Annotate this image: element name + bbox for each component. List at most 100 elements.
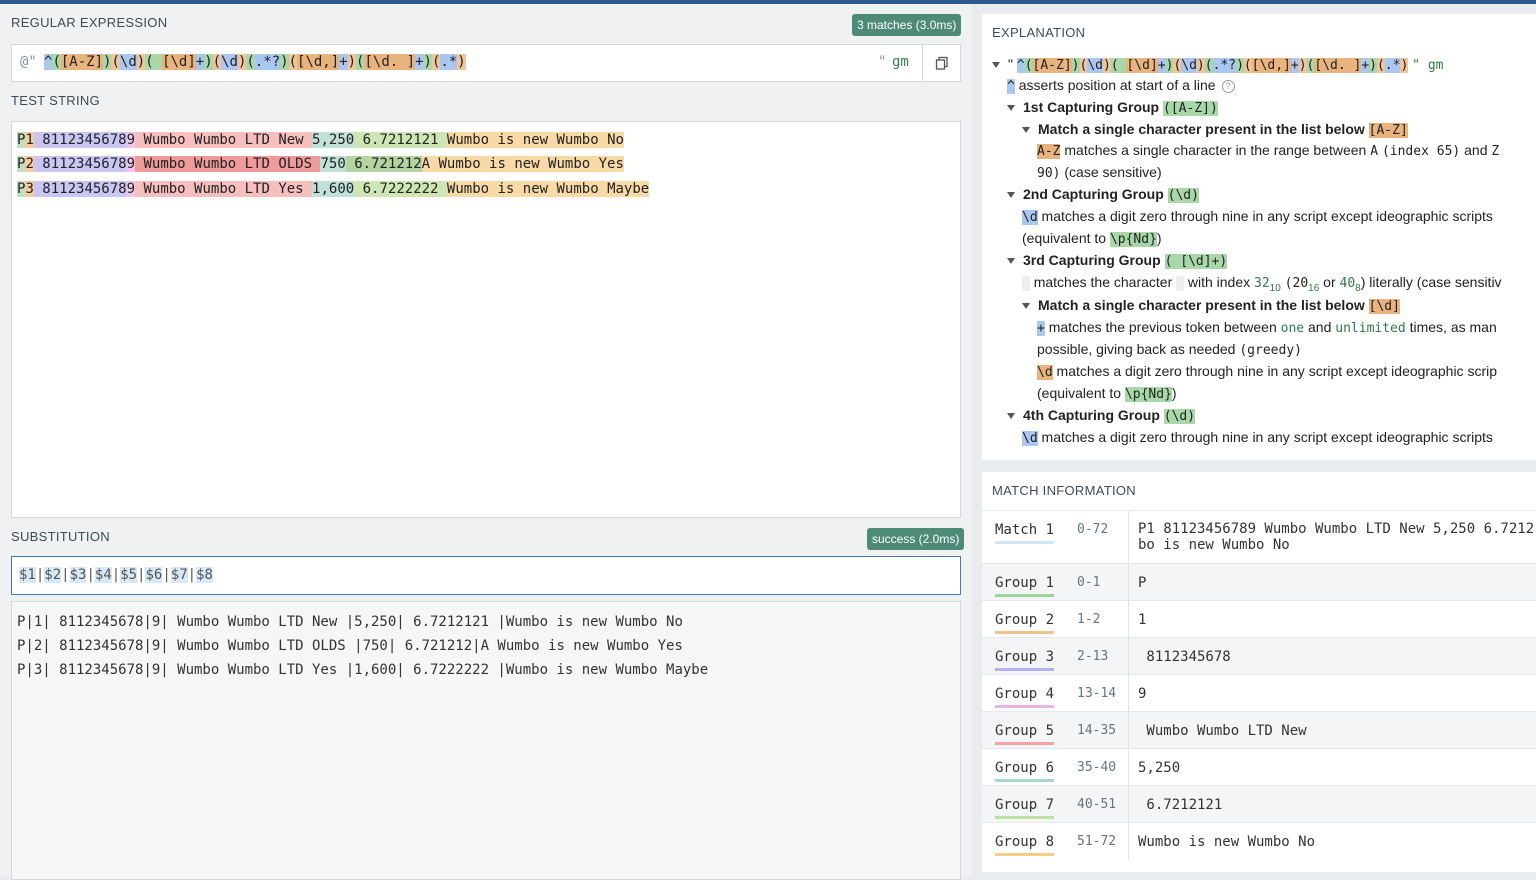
group-name: Group 1 <box>995 575 1055 597</box>
match-range: 0-72 <box>1077 522 1109 537</box>
substitution-result: P|1| 8112345678|9| Wumbo Wumbo LTD New |… <box>11 601 961 880</box>
explanation-title: EXPLANATION <box>992 25 1086 40</box>
group-1-class-explanation[interactable]: Match a single character present in the … <box>1022 121 1408 138</box>
explanation-panel: EXPLANATION " ^([A-Z])(\d)( [\d]+)(\d)(.… <box>982 14 1536 460</box>
group-range: 35-40 <box>1077 760 1117 775</box>
copy-button[interactable] <box>922 45 961 81</box>
caret-down-icon[interactable] <box>1007 105 1015 112</box>
caret-down-icon[interactable] <box>1022 303 1030 310</box>
group-range: 13-14 <box>1077 686 1117 701</box>
match-value-cont: bo is new Wumbo No <box>1138 537 1290 553</box>
group-row[interactable]: Group 6 35-40 5,250 <box>982 748 1536 786</box>
match-information-title: MATCH INFORMATION <box>992 483 1136 498</box>
test-string-section-label: TEST STRING <box>11 93 101 108</box>
regex-suffix: " <box>878 54 887 70</box>
group-range: 0-1 <box>1077 575 1101 590</box>
match-name: Match 1 <box>995 522 1055 544</box>
substitution-section-label: SUBSTITUTION <box>11 529 110 544</box>
group-2-explanation[interactable]: 2nd Capturing Group (\d) <box>1007 186 1199 203</box>
column-divider <box>1128 786 1129 823</box>
caret-down-icon[interactable] <box>992 62 1000 69</box>
group-row[interactable]: Group 8 51-72 Wumbo is new Wumbo No <box>982 822 1536 860</box>
column-divider <box>1128 823 1129 860</box>
group-1-explanation[interactable]: 1st Capturing Group ([A-Z]) <box>1007 99 1218 116</box>
group-name: Group 7 <box>995 797 1055 819</box>
match-information-panel: MATCH INFORMATION Match 1 0-72 P1 811234… <box>982 472 1536 872</box>
group-value: Wumbo is new Wumbo No <box>1138 834 1316 850</box>
range-explanation-cont: 90) (case sensitive) <box>1037 164 1162 181</box>
group-range: 40-51 <box>1077 797 1117 812</box>
column-divider <box>1128 601 1129 638</box>
match-row[interactable]: Match 1 0-72 P1 81123456789 Wumbo Wumbo … <box>982 510 1536 563</box>
result-line: P|2| 8112345678|9| Wumbo Wumbo LTD OLDS … <box>17 638 683 654</box>
regex-input[interactable]: @" ^([A-Z])(\d)( [\d]+)(\d)(.*?)([\d,]+)… <box>11 44 961 82</box>
group-row[interactable]: Group 3 2-13 8112345678 <box>982 637 1536 675</box>
group-4-explanation[interactable]: 4th Capturing Group (\d) <box>1007 407 1196 424</box>
test-line: P1 81123456789 Wumbo Wumbo LTD New 5,250… <box>17 132 624 148</box>
regex-prefix: @" <box>20 54 37 70</box>
help-circle-icon[interactable]: ? <box>1221 79 1235 93</box>
caret-down-icon[interactable] <box>1022 127 1030 134</box>
group-row[interactable]: Group 5 14-35 Wumbo Wumbo LTD New <box>982 711 1536 749</box>
test-line: P3 81123456789 Wumbo Wumbo LTD Yes 1,600… <box>17 181 650 197</box>
regex-flags[interactable]: gm <box>892 54 909 70</box>
group-3-explanation[interactable]: 3rd Capturing Group ( [\d]+) <box>1007 252 1228 269</box>
digit-equivalent: (equivalent to \p{Nd}) <box>1022 230 1162 247</box>
group-row[interactable]: Group 7 40-51 6.7212121 <box>982 785 1536 823</box>
digit-explanation: \d matches a digit zero through nine in … <box>1022 429 1493 446</box>
group-range: 14-35 <box>1077 723 1117 738</box>
group-row[interactable]: Group 2 1-2 1 <box>982 600 1536 638</box>
group-row[interactable]: Group 1 0-1 P <box>982 563 1536 601</box>
group-value: P <box>1138 575 1147 591</box>
group-value: Wumbo Wumbo LTD New <box>1138 723 1316 739</box>
result-line: P|1| 8112345678|9| Wumbo Wumbo LTD New |… <box>17 614 683 630</box>
group-value: 8112345678 <box>1138 649 1231 665</box>
group-name: Group 8 <box>995 834 1055 856</box>
column-divider <box>1128 564 1129 601</box>
digit-explanation: \d matches a digit zero through nine in … <box>1022 208 1493 225</box>
copy-icon <box>935 56 948 70</box>
editor-column: REGULAR EXPRESSION 3 matches (3.0ms) @" … <box>0 4 972 880</box>
substitution-status-badge: success (2.0ms) <box>867 528 965 550</box>
group-row[interactable]: Group 4 13-14 9 <box>982 674 1536 712</box>
column-divider <box>1128 749 1129 786</box>
column-divider <box>1128 638 1129 675</box>
column-divider <box>1128 712 1129 749</box>
space-explanation: matches the character with index 3210 (2… <box>1022 274 1502 294</box>
group-value: 5,250 <box>1138 760 1181 776</box>
group-name: Group 6 <box>995 760 1055 782</box>
quantifier-explanation: + matches the previous token between one… <box>1037 319 1497 336</box>
group-value: 9 <box>1138 686 1147 702</box>
group-range: 1-2 <box>1077 612 1101 627</box>
explanation-root[interactable]: " ^([A-Z])(\d)( [\d]+)(\d)(.*?)([\d,]+)(… <box>992 56 1443 73</box>
test-string-editor[interactable]: P1 81123456789 Wumbo Wumbo LTD New 5,250… <box>11 121 961 518</box>
match-value: P1 81123456789 Wumbo Wumbo LTD New 5,250… <box>1138 521 1535 537</box>
caret-down-icon[interactable] <box>1007 258 1015 265</box>
digit-equivalent: (equivalent to \p{Nd}) <box>1037 385 1177 402</box>
range-explanation: A-Z matches a single character in the ra… <box>1037 142 1500 159</box>
match-count-badge: 3 matches (3.0ms) <box>852 14 962 36</box>
group-value: 1 <box>1138 612 1147 628</box>
regex-pattern[interactable]: ^([A-Z])(\d)( [\d]+)(\d)(.*?)([\d,]+)([\… <box>44 54 466 70</box>
column-divider <box>1128 511 1129 563</box>
caret-down-icon[interactable] <box>1007 413 1015 420</box>
test-line: P2 81123456789 Wumbo Wumbo LTD OLDS 750 … <box>17 156 624 172</box>
substitution-pattern[interactable]: $1|$2|$3|$4|$5|$6|$7|$8 <box>19 567 213 583</box>
quantifier-explanation-cont: possible, giving back as needed (greedy) <box>1037 341 1302 358</box>
group-name: Group 5 <box>995 723 1055 745</box>
group-name: Group 4 <box>995 686 1055 708</box>
regex-section-label: REGULAR EXPRESSION <box>11 15 168 30</box>
group-3-class-explanation[interactable]: Match a single character present in the … <box>1022 297 1400 314</box>
column-divider <box>1128 675 1129 712</box>
result-line: P|3| 8112345678|9| Wumbo Wumbo LTD Yes |… <box>17 662 709 678</box>
group-name: Group 2 <box>995 612 1055 634</box>
sidebar: EXPLANATION " ^([A-Z])(\d)( [\d]+)(\d)(.… <box>972 4 1536 876</box>
anchor-explanation: ^ asserts position at start of a line? <box>1007 77 1235 94</box>
digit-explanation: \d matches a digit zero through nine in … <box>1037 363 1498 380</box>
group-value: 6.7212121 <box>1138 797 1231 813</box>
substitution-input[interactable]: $1|$2|$3|$4|$5|$6|$7|$8 <box>11 556 961 595</box>
group-name: Group 3 <box>995 649 1055 671</box>
group-range: 2-13 <box>1077 649 1109 664</box>
group-range: 51-72 <box>1077 834 1117 849</box>
caret-down-icon[interactable] <box>1007 192 1015 199</box>
